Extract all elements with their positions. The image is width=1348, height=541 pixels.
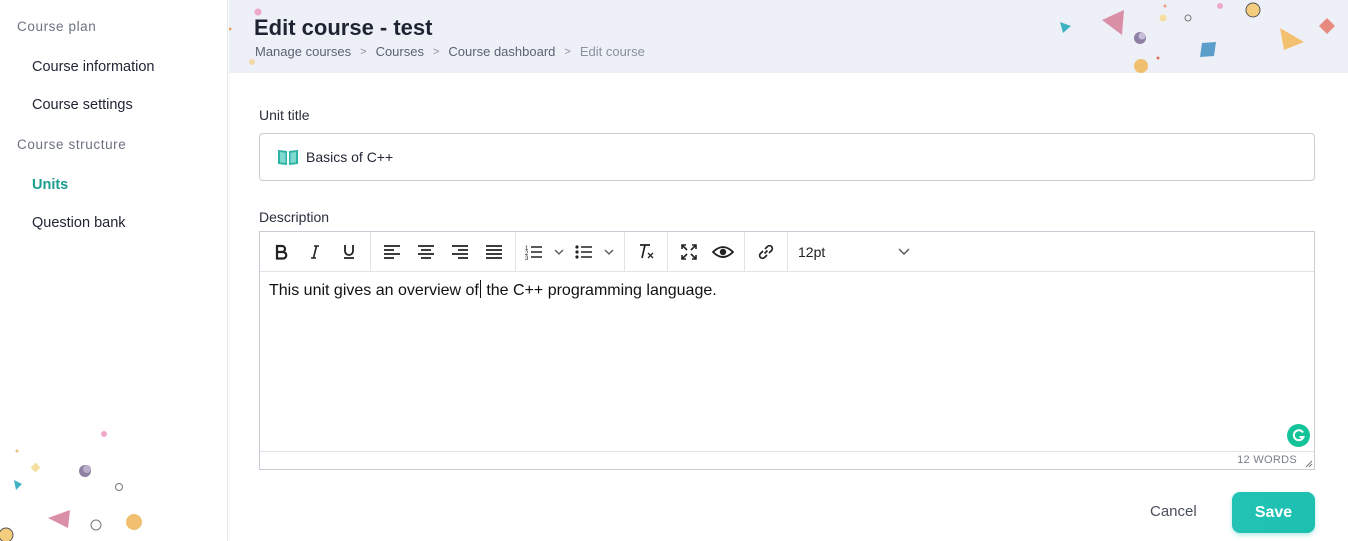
sidebar-item-question-bank[interactable]: Question bank bbox=[32, 215, 126, 231]
description-editor[interactable]: 123 12pt This unit gives an overview of … bbox=[259, 231, 1315, 470]
clear-formatting-icon bbox=[640, 244, 654, 259]
editor-text-after-caret: the C++ programming language. bbox=[481, 282, 717, 299]
editor-statusbar: 12 WORDS bbox=[260, 451, 1314, 469]
save-button[interactable]: Save bbox=[1232, 492, 1315, 533]
italic-icon bbox=[311, 244, 319, 259]
align-right-button[interactable] bbox=[443, 237, 477, 267]
align-justify-icon bbox=[486, 244, 502, 259]
description-label: Description bbox=[259, 209, 330, 225]
bold-button[interactable] bbox=[264, 237, 298, 267]
chevron-down-icon bbox=[898, 248, 910, 255]
numbered-list-button[interactable]: 123 bbox=[520, 237, 570, 267]
bold-icon bbox=[275, 244, 288, 260]
open-book-icon bbox=[278, 150, 298, 165]
app-root: Course plan Course information Course se… bbox=[0, 0, 1348, 541]
underline-icon bbox=[344, 245, 354, 259]
unit-title-input[interactable]: Basics of C++ bbox=[259, 133, 1315, 181]
font-size-select[interactable]: 12pt bbox=[788, 237, 918, 267]
unit-title-label: Unit title bbox=[259, 107, 310, 123]
align-justify-button[interactable] bbox=[477, 237, 511, 267]
sidebar-item-course-settings[interactable]: Course settings bbox=[32, 97, 133, 113]
svg-text:3: 3 bbox=[525, 256, 529, 260]
link-icon bbox=[758, 244, 774, 259]
sidebar-section-course-structure: Course structure bbox=[17, 137, 127, 152]
toolbar-group-clear bbox=[625, 231, 668, 272]
toolbar-group-format bbox=[260, 231, 371, 272]
sidebar-item-units[interactable]: Units bbox=[32, 177, 68, 193]
page-header: Edit course - test Manage courses > Cour… bbox=[229, 0, 1348, 73]
header-confetti-right bbox=[1060, 2, 1335, 73]
clear-formatting-button[interactable] bbox=[629, 237, 663, 267]
align-center-button[interactable] bbox=[409, 237, 443, 267]
breadcrumb-separator-icon: > bbox=[360, 45, 367, 58]
unit-title-value: Basics of C++ bbox=[306, 149, 394, 165]
breadcrumb: Manage courses > Courses > Course dashbo… bbox=[255, 44, 645, 59]
text-caret bbox=[479, 280, 481, 298]
sidebar: Course plan Course information Course se… bbox=[0, 0, 228, 541]
sidebar-item-course-information[interactable]: Course information bbox=[32, 59, 155, 75]
grammarly-g-icon bbox=[1292, 429, 1305, 442]
preview-button[interactable] bbox=[706, 237, 740, 267]
insert-link-button[interactable] bbox=[749, 237, 783, 267]
numbered-list-icon: 123 bbox=[525, 246, 564, 260]
grammarly-icon[interactable] bbox=[1287, 424, 1310, 447]
bullet-list-button[interactable] bbox=[570, 237, 620, 267]
align-left-icon bbox=[384, 244, 400, 259]
breadcrumb-edit-course: Edit course bbox=[579, 44, 645, 59]
italic-button[interactable] bbox=[298, 237, 332, 267]
toolbar-group-align bbox=[371, 231, 516, 272]
editor-content[interactable]: This unit gives an overview of the C++ p… bbox=[269, 280, 717, 300]
underline-button[interactable] bbox=[332, 237, 366, 267]
breadcrumb-courses[interactable]: Courses bbox=[376, 44, 424, 59]
bullet-list-icon bbox=[575, 244, 614, 259]
eye-icon bbox=[712, 245, 734, 258]
cancel-button[interactable]: Cancel bbox=[1150, 503, 1197, 520]
align-right-icon bbox=[452, 244, 468, 259]
toolbar-group-lists: 123 bbox=[516, 231, 625, 272]
editor-text-before-caret: This unit gives an overview of bbox=[269, 282, 479, 299]
editor-toolbar: 123 12pt bbox=[260, 231, 1314, 272]
toolbar-group-view bbox=[668, 231, 745, 272]
sidebar-section-course-plan: Course plan bbox=[17, 19, 97, 34]
align-center-icon bbox=[418, 244, 434, 259]
fullscreen-button[interactable] bbox=[672, 237, 706, 267]
fullscreen-icon bbox=[681, 243, 697, 260]
resize-handle-icon[interactable] bbox=[1303, 458, 1313, 468]
confetti-decoration bbox=[0, 431, 142, 541]
breadcrumb-separator-icon: > bbox=[564, 45, 571, 58]
breadcrumb-course-dashboard[interactable]: Course dashboard bbox=[448, 44, 555, 59]
breadcrumb-separator-icon: > bbox=[432, 45, 440, 58]
align-left-button[interactable] bbox=[375, 237, 409, 267]
font-size-value: 12pt bbox=[798, 243, 826, 260]
toolbar-group-link bbox=[745, 231, 788, 272]
word-count: 12 WORDS bbox=[1237, 454, 1297, 466]
header-confetti-left bbox=[229, 8, 262, 65]
